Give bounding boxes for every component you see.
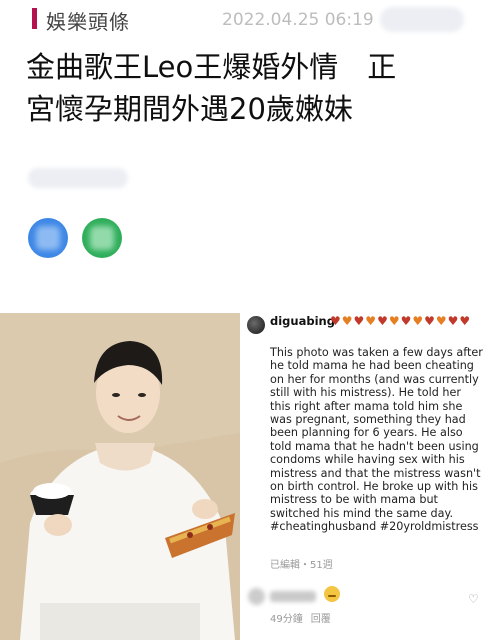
headline-line-1: 金曲歌王Leo王爆婚外情 正: [26, 50, 397, 84]
heart-icon: ♥: [424, 314, 435, 328]
reply-link[interactable]: 回覆: [311, 614, 331, 625]
post-username[interactable]: diguabing: [270, 314, 335, 328]
comment-avatar-blurred[interactable]: [248, 588, 265, 605]
heart-icon: ♥: [388, 314, 400, 328]
share-green-icon: [90, 226, 114, 250]
comment-meta: 49分鐘 回覆: [270, 610, 339, 625]
category-label[interactable]: 娛樂頭條: [46, 6, 130, 35]
emoji-icon: [324, 586, 340, 602]
heart-icon: ♥: [412, 314, 424, 328]
heart-icon: ♥: [341, 314, 353, 328]
heart-icon: ♥: [365, 314, 377, 328]
article-header: 娛樂頭條 2022.04.25 06:19: [0, 0, 486, 42]
heart-icon: ♥: [459, 314, 471, 328]
heart-icon: ♥: [400, 314, 412, 328]
like-heart-icon[interactable]: ♡: [468, 592, 479, 606]
comment-username-blurred: [270, 591, 316, 602]
share-button-blue[interactable]: [28, 218, 68, 258]
post-meta: 已編輯・51週: [270, 560, 333, 571]
comment-time: 49分鐘: [270, 614, 303, 625]
article-photo: [0, 313, 240, 640]
blurred-source-label: [380, 7, 464, 32]
headline-line-2: 宮懷孕期間外遇20歲嫩妹: [26, 92, 353, 126]
post-caption: This photo was taken a few days after he…: [270, 346, 483, 534]
category-accent-bar: [32, 8, 37, 29]
heart-icon: ♥: [330, 314, 341, 328]
heart-icon: ♥: [447, 314, 459, 328]
share-blue-icon: [36, 226, 60, 250]
post-avatar[interactable]: [247, 316, 265, 334]
publish-timestamp: 2022.04.25 06:19: [222, 10, 374, 30]
heart-icon: ♥: [435, 314, 447, 328]
heart-icon: ♥: [377, 314, 388, 328]
article-headline: 金曲歌王Leo王爆婚外情 正 宮懷孕期間外遇20歲嫩妹: [26, 46, 472, 130]
share-button-green[interactable]: [82, 218, 122, 258]
heart-emoji-row: ♥♥♥♥♥♥♥♥♥♥♥♥: [330, 314, 480, 328]
photo-illustration: [0, 313, 240, 640]
heart-icon: ♥: [353, 314, 365, 328]
blurred-author-name: [28, 168, 128, 188]
